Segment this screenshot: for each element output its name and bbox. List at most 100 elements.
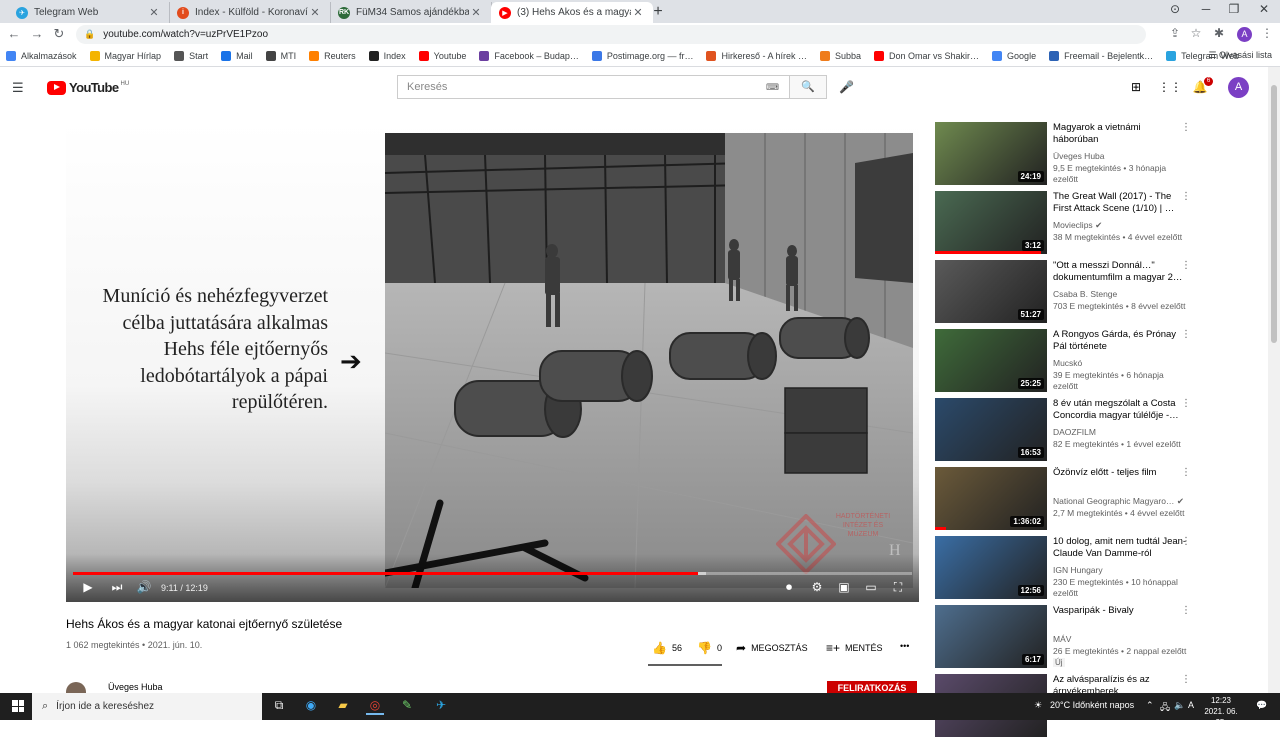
speaker-icon[interactable]: 🔈 [1174, 700, 1185, 711]
weather-icon[interactable]: ☀ [1034, 700, 1042, 711]
recommended-menu-icon[interactable]: ⋮ [1181, 329, 1191, 340]
recommended-video[interactable]: 24:19 Magyarok a vietnámi háborúban Üveges… [935, 122, 1191, 186]
recommended-channel[interactable]: IGN Hungary [1053, 565, 1103, 575]
video-thumbnail[interactable]: 3:12 [935, 191, 1047, 254]
bookmark-item[interactable]: Facebook – Budap… [479, 51, 579, 61]
recommended-video[interactable]: 12:56 10 dolog, amit nem tudtál Jean-Clau… [935, 536, 1191, 600]
recommended-channel[interactable]: MÁV [1053, 634, 1071, 644]
bookmark-item[interactable]: Freemail - Bejelentk… [1049, 51, 1153, 61]
bookmark-item[interactable]: Youtube [418, 51, 466, 61]
bookmark-item[interactable]: Reuters [309, 51, 356, 61]
create-video-icon[interactable]: ⊞ [1127, 80, 1145, 94]
task-view-icon[interactable]: ⧉ [270, 698, 288, 715]
tray-chevron-icon[interactable]: ⌃ [1146, 700, 1154, 711]
windows-start-icon[interactable] [12, 700, 24, 712]
play-button[interactable]: ▶ [79, 580, 97, 594]
recommended-channel[interactable]: DAOZFILM [1053, 427, 1096, 437]
browser-tab-4[interactable]: ▶ (3) Hehs Ákos és a magyar katon…✕ [491, 2, 653, 23]
chrome-taskbar-icon[interactable]: ◎ [366, 698, 384, 715]
maximize-icon[interactable]: ❐ [1224, 2, 1244, 16]
next-video-icon[interactable]: ⏭ [108, 580, 126, 595]
recommended-channel[interactable]: Movieclips ✔ [1053, 220, 1102, 231]
browser-tab-2[interactable]: i Index - Külföld - Koronavírus e…✕ [169, 2, 331, 23]
recommended-menu-icon[interactable]: ⋮ [1181, 674, 1191, 685]
recommended-menu-icon[interactable]: ⋮ [1181, 191, 1191, 202]
bookmark-item[interactable]: Subba [819, 51, 861, 61]
volume-icon[interactable]: 🔊 [135, 580, 153, 594]
like-button[interactable]: 👍 56 [652, 641, 682, 655]
telegram-taskbar-icon[interactable]: ✈ [432, 698, 450, 715]
video-thumbnail[interactable]: 6:17 [935, 605, 1047, 668]
recommended-menu-icon[interactable]: ⋮ [1181, 398, 1191, 409]
recommended-title[interactable]: Magyarok a vietnámi háborúban [1053, 122, 1187, 146]
video-thumbnail[interactable]: 51:27 [935, 260, 1047, 323]
tab-close-icon[interactable]: ✕ [147, 6, 161, 19]
bookmark-item[interactable]: Google [992, 51, 1036, 61]
bookmark-item[interactable]: Magyar Hírlap [89, 51, 161, 61]
recommended-title[interactable]: 8 év után megszólalt a Costa Concordia m… [1053, 398, 1187, 422]
recommended-title[interactable]: The Great Wall (2017) - The First Attack… [1053, 191, 1187, 215]
bookmark-star-icon[interactable]: ☆ [1187, 26, 1205, 40]
more-actions-button[interactable]: ••• [900, 641, 909, 651]
miniplayer-icon[interactable]: ▣ [835, 580, 853, 594]
recommended-menu-icon[interactable]: ⋮ [1181, 467, 1191, 478]
bookmark-item[interactable]: Hirkereső - A hírek … [706, 51, 807, 61]
recommended-title[interactable]: A Rongyos Gárda, és Prónay Pál története [1053, 329, 1187, 353]
recommended-channel[interactable]: Mucskó [1053, 358, 1082, 368]
channel-name[interactable]: Üveges Huba [108, 682, 163, 692]
apps-grid-icon[interactable]: ⋮⋮ [1158, 80, 1182, 94]
taskbar-search[interactable]: ⌕ Írjon ide a kereséshez [32, 693, 262, 720]
browser-tab-3[interactable]: RK FüM34 Samos ajándékba a rádió…✕ [330, 2, 492, 23]
settings-gear-icon[interactable]: ⚙ [808, 580, 826, 594]
recommended-channel[interactable]: Üveges Huba [1053, 151, 1105, 161]
notification-center-icon[interactable]: 💬 [1256, 700, 1267, 711]
dislike-button[interactable]: 👎 0 [697, 641, 722, 655]
search-button[interactable]: 🔍 [789, 75, 827, 99]
file-explorer-icon[interactable]: ▰ [334, 698, 352, 715]
share-page-icon[interactable]: ⇪ [1166, 26, 1184, 40]
bookmark-item[interactable]: Don Omar vs Shakir… [874, 51, 979, 61]
recommended-video[interactable]: 1:36:02 Özönvíz előtt - teljes film Nation… [935, 467, 1191, 531]
bookmark-item[interactable]: Alkalmazások [6, 51, 77, 61]
browser-tab-1[interactable]: ✈ Telegram Web ✕ [8, 2, 170, 23]
tab-close-icon[interactable]: ✕ [631, 6, 645, 19]
tab-close-icon[interactable]: ✕ [469, 6, 483, 19]
autoplay-toggle-icon[interactable]: ⏺ [780, 580, 798, 595]
share-button[interactable]: ➦ MEGOSZTÁS [736, 641, 808, 655]
recommended-menu-icon[interactable]: ⋮ [1181, 605, 1191, 616]
theater-mode-icon[interactable]: ▭ [862, 580, 880, 594]
tab-search-icon[interactable]: ⊙ [1165, 2, 1185, 16]
video-thumbnail[interactable]: 24:19 [935, 122, 1047, 185]
bookmark-item[interactable]: MTI [265, 51, 296, 61]
forward-icon[interactable]: → [28, 26, 46, 41]
video-thumbnail[interactable]: 1:36:02 [935, 467, 1047, 530]
recommended-channel[interactable]: Csaba B. Stenge [1053, 289, 1117, 299]
input-language-icon[interactable]: A [1188, 700, 1194, 710]
recommended-title[interactable]: 10 dolog, amit nem tudtál Jean-Claude Va… [1053, 536, 1187, 560]
network-icon[interactable]: 🖧 [1160, 700, 1170, 716]
bookmark-item[interactable]: Index [368, 51, 406, 61]
video-player[interactable]: Muníció és nehézfegyverzet célba juttatá… [66, 122, 919, 602]
recommended-title[interactable]: Vasparipák - Bivaly [1053, 605, 1187, 617]
bookmark-item[interactable]: Postimage.org — fr… [591, 51, 693, 61]
weather-text[interactable]: 20°C Időnként napos [1050, 700, 1134, 710]
recommended-title[interactable]: Özönvíz előtt - teljes film [1053, 467, 1187, 479]
new-tab-button[interactable]: + [649, 3, 667, 21]
bookmark-item[interactable]: Start [174, 51, 208, 61]
edge-browser-icon[interactable]: ◉ [302, 698, 320, 715]
extensions-icon[interactable]: ✱ [1210, 26, 1228, 40]
tab-close-icon[interactable]: ✕ [308, 6, 322, 19]
video-thumbnail[interactable]: 12:56 [935, 536, 1047, 599]
video-thumbnail[interactable]: 25:25 [935, 329, 1047, 392]
recommended-video[interactable]: 3:12 The Great Wall (2017) - The First At… [935, 191, 1191, 255]
keyboard-icon[interactable]: ⌨ [766, 82, 779, 93]
reading-list-button[interactable]: ☰ Olvasási lista [1208, 50, 1272, 61]
back-icon[interactable]: ← [5, 26, 23, 41]
chrome-menu-icon[interactable]: ⋮ [1258, 26, 1276, 40]
video-thumbnail[interactable]: 16:53 [935, 398, 1047, 461]
youtube-logo[interactable]: YouTube HU [47, 80, 129, 95]
recommended-title[interactable]: "Ott a messzi Donnál…" dokumentumfilm a … [1053, 260, 1187, 284]
recommended-video[interactable]: 16:53 8 év után megszólalt a Costa Concor… [935, 398, 1191, 462]
notepad-plus-icon[interactable]: ✎ [398, 698, 416, 715]
chrome-profile-avatar[interactable]: A [1237, 27, 1252, 42]
